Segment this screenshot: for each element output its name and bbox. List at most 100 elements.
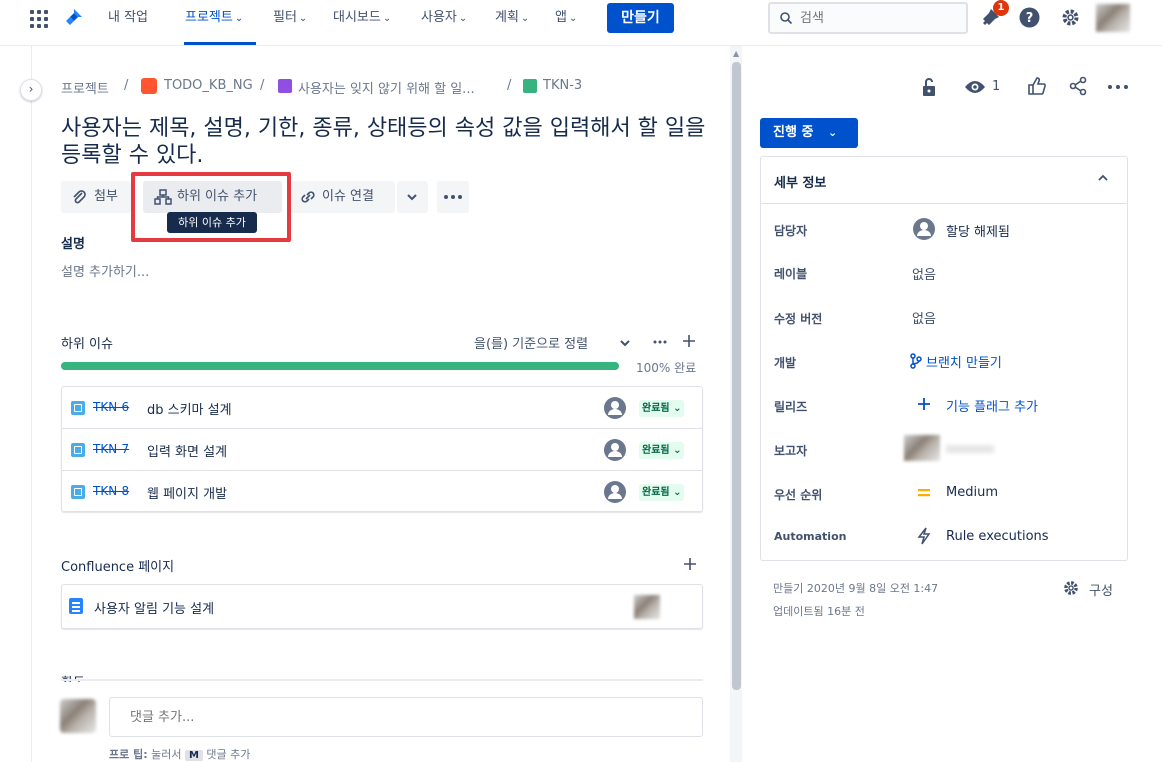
jira-logo-icon[interactable] [63, 7, 85, 29]
sidebar-divider [31, 46, 32, 762]
chevron-down-icon: ⌄ [828, 126, 838, 139]
link-issue-dropdown[interactable] [397, 181, 428, 213]
field-label-releases: 릴리즈 [774, 400, 808, 414]
field-label-development: 개발 [774, 356, 797, 370]
create-button[interactable]: 만들기 [607, 3, 674, 33]
child-issue-row[interactable]: TKN-6 db 스키마 설계 완료됨 ⌄ [62, 387, 702, 429]
reporter-name-redacted[interactable] [946, 445, 994, 453]
more-options-icon[interactable] [1108, 85, 1128, 89]
assignee-value[interactable]: 할당 해제됨 [946, 221, 1010, 240]
chevron-down-icon[interactable] [619, 338, 631, 348]
unassigned-avatar-icon[interactable] [603, 396, 627, 420]
labels-value[interactable]: 없음 [912, 264, 936, 283]
watch-count: 1 [992, 79, 1001, 94]
unassigned-avatar-icon[interactable] [603, 480, 627, 504]
thumbs-up-icon[interactable] [1027, 76, 1047, 96]
top-navigation: 내 작업 프로젝트⌄ 필터⌄ 대시보드⌄ 사용자⌄ 계획⌄ 앱⌄ 만들기 1 ? [0, 0, 1162, 46]
current-user-avatar [60, 699, 96, 733]
child-issue-title[interactable]: db 스키마 설계 [147, 399, 232, 418]
progress-bar [61, 362, 619, 370]
user-avatar[interactable] [1096, 4, 1130, 32]
settings-gear-icon[interactable] [1060, 7, 1081, 28]
breadcrumb-projects[interactable]: 프로젝트 [61, 82, 109, 97]
share-icon[interactable] [1068, 76, 1088, 96]
nav-dashboards[interactable]: 대시보드 ⌄ [333, 0, 391, 36]
nav-filters[interactable]: 필터 ⌄ [273, 0, 307, 36]
child-issue-key[interactable]: TKN-7 [93, 442, 129, 456]
description-field[interactable]: 설명 추가하기... [61, 261, 149, 280]
help-icon[interactable]: ? [1019, 7, 1040, 28]
reporter-avatar [904, 435, 940, 461]
scroll-up-arrow[interactable]: ▲ [733, 49, 739, 58]
add-confluence-plus-icon[interactable] [683, 557, 697, 571]
more-horizontal-icon [444, 195, 462, 199]
breadcrumb-separator: / [124, 78, 129, 93]
expand-sidebar-button[interactable]: › [20, 79, 42, 101]
details-header[interactable]: 세부 정보 [761, 157, 1127, 204]
field-label-reporter: 보고자 [774, 444, 808, 458]
nav-plans[interactable]: 계획 ⌄ [495, 0, 529, 36]
link-issue-button[interactable]: 이슈 연결 [291, 181, 395, 213]
watch-eye-icon[interactable] [964, 79, 986, 95]
status-dropdown[interactable]: 완료됨 ⌄ [639, 484, 685, 501]
search-box[interactable] [768, 2, 968, 34]
created-date: 만들기 2020년 9월 8일 오전 1:47 [773, 582, 939, 595]
plus-icon [917, 397, 931, 411]
add-child-plus-icon[interactable] [682, 334, 696, 348]
app-switcher-icon[interactable] [30, 10, 48, 28]
link-icon [299, 189, 317, 205]
priority-medium-icon [917, 487, 931, 499]
search-icon [779, 11, 793, 25]
scrollbar-thumb[interactable] [732, 62, 741, 690]
breadcrumb-project[interactable]: TODO_KB_NG [164, 78, 253, 96]
child-issue-title[interactable]: 웹 페이지 개발 [147, 483, 227, 502]
nav-projects[interactable]: 프로젝트 ⌄ [185, 0, 243, 36]
lightning-bolt-icon [917, 527, 931, 545]
progress-label: 100% 완료 [636, 361, 697, 375]
child-issues-more-icon[interactable] [653, 340, 667, 344]
breadcrumb-issue-key[interactable]: TKN-3 [543, 78, 582, 96]
child-issue-row[interactable]: TKN-8 웹 페이지 개발 완료됨 ⌄ [62, 471, 702, 513]
progress-bar-fill [61, 362, 619, 370]
unlock-icon[interactable] [920, 77, 938, 97]
confluence-page-title[interactable]: 사용자 알림 기능 설계 [94, 598, 214, 617]
status-dropdown[interactable]: 완료됨 ⌄ [639, 442, 685, 459]
activity-section: 활동 [61, 673, 703, 682]
status-button[interactable]: 진행 중 ⌄ [760, 118, 858, 148]
nav-active-indicator [184, 42, 256, 45]
epic-icon [278, 79, 292, 93]
child-issue-row[interactable]: TKN-7 입력 화면 설계 완료됨 ⌄ [62, 429, 702, 471]
confluence-page-item[interactable]: 사용자 알림 기능 설계 [61, 584, 703, 629]
create-branch-link[interactable]: 브랜치 만들기 [926, 352, 1002, 371]
child-issue-key[interactable]: TKN-8 [93, 484, 129, 498]
child-issue-key[interactable]: TKN-6 [93, 400, 129, 414]
unassigned-avatar-icon[interactable] [603, 438, 627, 462]
comment-box[interactable] [109, 697, 703, 737]
nav-my-work[interactable]: 내 작업 [108, 0, 148, 36]
child-issue-title[interactable]: 입력 화면 설계 [147, 441, 227, 460]
nav-people[interactable]: 사용자 ⌄ [421, 0, 467, 36]
rule-executions-link[interactable]: Rule executions [946, 529, 1049, 544]
status-dropdown[interactable]: 완료됨 ⌄ [639, 400, 685, 417]
issue-title[interactable]: 사용자는 제목, 설명, 기한, 종류, 상태등의 속성 값을 입력해서 할 일… [61, 115, 721, 169]
paperclip-icon [71, 189, 87, 205]
chevron-up-icon[interactable] [1098, 174, 1108, 182]
search-input[interactable] [800, 9, 960, 27]
comment-input[interactable] [130, 708, 670, 726]
add-feature-flag-link[interactable]: 기능 플래그 추가 [946, 396, 1038, 415]
branch-icon [910, 353, 922, 369]
story-icon [523, 79, 537, 93]
field-label-fix-version: 수정 버전 [774, 312, 823, 326]
subtask-icon [71, 485, 85, 499]
nav-apps[interactable]: 앱 ⌄ [555, 0, 577, 36]
sort-dropdown[interactable]: 을(를) 기준으로 정렬 [474, 333, 588, 352]
child-issues-label: 하위 이슈 [61, 337, 113, 352]
field-label-assignee: 담당자 [774, 224, 808, 238]
breadcrumb-epic[interactable]: 사용자는 잊지 않기 위해 할 일... [298, 78, 475, 97]
attach-button[interactable]: 첨부 [61, 181, 131, 213]
chevron-down-icon [406, 192, 418, 202]
fix-version-value[interactable]: 없음 [912, 308, 936, 327]
field-label-priority: 우선 순위 [774, 488, 823, 502]
more-actions-button[interactable] [437, 181, 469, 213]
priority-value[interactable]: Medium [946, 485, 998, 500]
